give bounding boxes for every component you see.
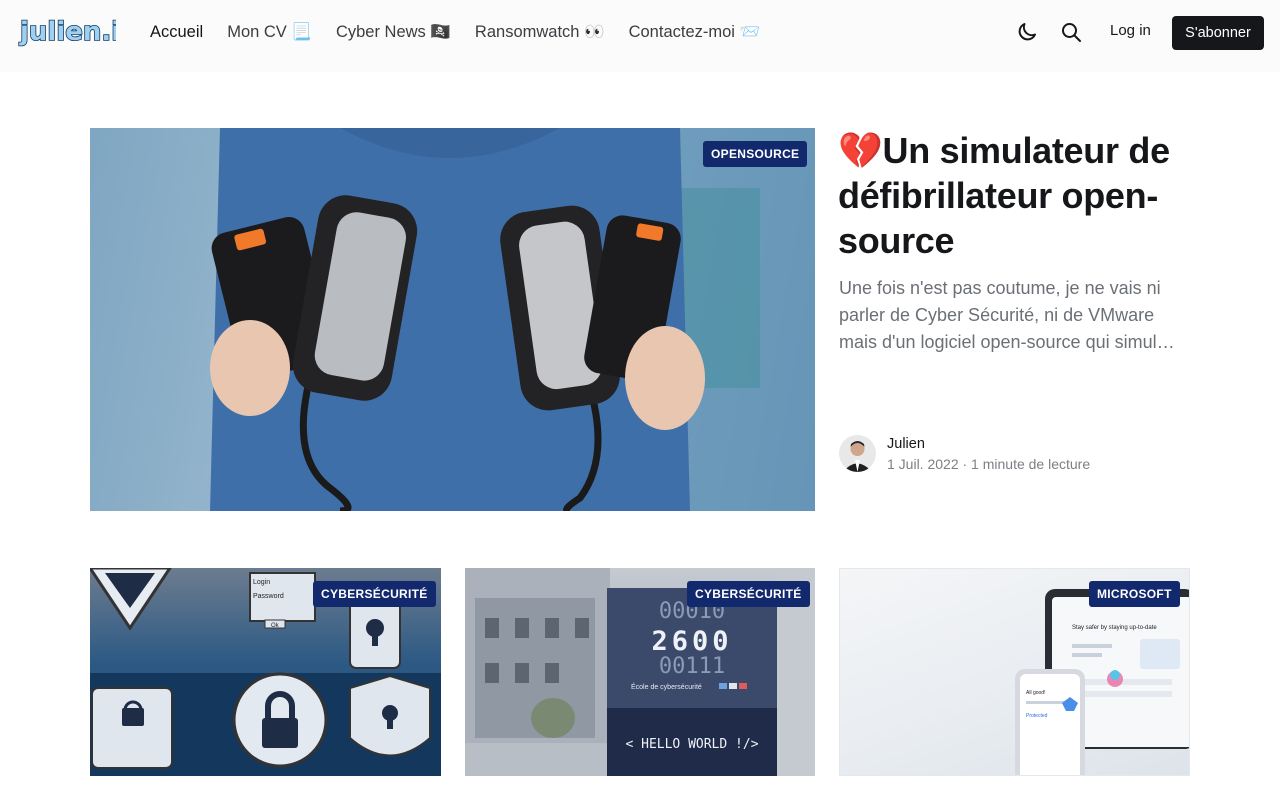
image-text-school: École de cybersécurité	[631, 682, 702, 691]
image-text-hello-world: < HELLO WORLD !/>	[625, 737, 758, 752]
avatar[interactable]	[839, 435, 876, 472]
post-card[interactable]: Login Password Ok CYBERSÉCURITÉ	[90, 568, 441, 776]
image-text-stay-safer: Stay safer by staying up-to-date	[1072, 625, 1157, 631]
main-nav: Accueil Mon CV 📃 Cyber News 🏴‍☠️ Ransomw…	[150, 0, 784, 64]
featured-post-image[interactable]: OPENSOURCE	[90, 128, 815, 511]
author-name[interactable]: Julien	[887, 436, 925, 452]
nav-item-mon-cv[interactable]: Mon CV 📃	[227, 23, 312, 42]
post-card[interactable]: Stay safer by staying up-to-date All goo…	[839, 568, 1190, 776]
nav-item-accueil[interactable]: Accueil	[150, 23, 203, 42]
post-card-tag[interactable]: CYBERSÉCURITÉ	[687, 581, 810, 607]
post-card[interactable]: 00010 2600 00111 École de cybersécurité …	[465, 568, 815, 776]
featured-post-excerpt: Une fois n'est pas coutume, je ne vais n…	[839, 278, 1175, 352]
defibrillator-photo	[210, 128, 815, 511]
moon-icon[interactable]	[1015, 20, 1039, 44]
nav-item-ransomwatch[interactable]: Ransomwatch 👀	[475, 23, 605, 42]
logo-text: julien.io	[19, 17, 116, 47]
image-text-binary-bottom: 00111	[659, 654, 725, 679]
subscribe-button[interactable]: S'abonner	[1172, 16, 1264, 50]
nav-item-contact[interactable]: Contactez-moi 📨	[629, 23, 761, 42]
image-text-all-good: All good!	[1026, 690, 1045, 696]
featured-post-tag[interactable]: OPENSOURCE	[703, 141, 808, 167]
post-meta: 1 Juil. 2022 · 1 minute de lecture	[887, 456, 1091, 472]
image-text-ok: Ok	[271, 623, 280, 629]
post-card-tag[interactable]: CYBERSÉCURITÉ	[313, 581, 436, 607]
author-photo	[839, 435, 876, 472]
image-text-2600: 2600	[651, 626, 732, 657]
image-text-protected: Protected	[1026, 713, 1048, 719]
search-icon[interactable]	[1059, 20, 1083, 44]
login-link[interactable]: Log in	[1110, 22, 1151, 39]
featured-post-title[interactable]: 💔Un simulateur de défibrillateur open-so…	[838, 128, 1198, 263]
post-card-tag[interactable]: MICROSOFT	[1089, 581, 1180, 607]
site-header: julien.io Accueil Mon CV 📃 Cyber News 🏴‍…	[0, 0, 1280, 72]
nav-item-cyber-news[interactable]: Cyber News 🏴‍☠️	[336, 23, 451, 42]
image-text-login: Login	[253, 579, 270, 586]
image-text-password: Password	[253, 593, 284, 600]
site-logo[interactable]: julien.io	[18, 14, 116, 48]
